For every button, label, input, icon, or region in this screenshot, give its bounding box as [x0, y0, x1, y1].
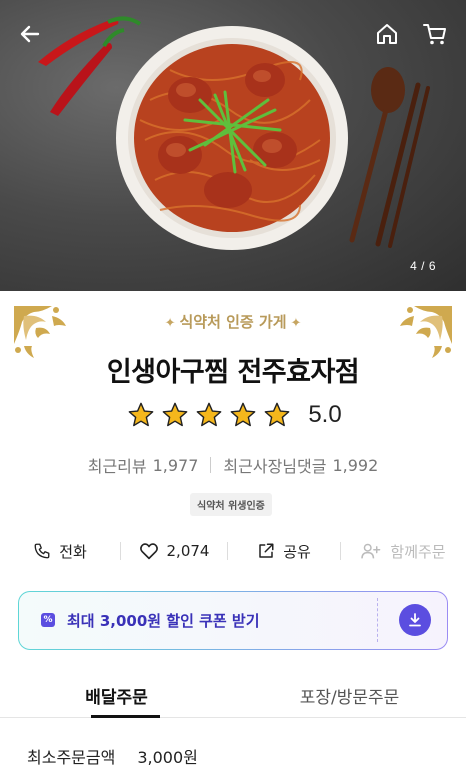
group-order-button[interactable]: 함께주문 [341, 536, 465, 566]
review-stats[interactable]: 최근리뷰 1,977 최근사장님댓글 1,992 [0, 453, 466, 477]
back-button[interactable] [14, 18, 46, 50]
owner-replies-label: 최근사장님댓글 [223, 457, 327, 476]
add-person-icon [361, 543, 381, 559]
hygiene-certification-badge: 식약처 위생인증 [190, 493, 272, 516]
call-label: 전화 [59, 542, 87, 561]
certification-label: 식약처 인증 가게 [179, 313, 287, 331]
share-button[interactable]: 공유 [228, 536, 340, 566]
star-icon [264, 402, 290, 427]
image-page-indicator: 4 / 6 [410, 259, 436, 273]
call-button[interactable]: 전화 [0, 536, 120, 566]
phone-icon [34, 543, 50, 559]
coupon-banner[interactable]: % 최대 3,000원 할인 쿠폰 받기 [18, 591, 448, 650]
coupon-text: 최대 3,000원 할인 쿠폰 받기 [67, 611, 260, 630]
rating-row[interactable]: 5.0 [0, 401, 466, 429]
rating-value: 5.0 [308, 401, 342, 428]
home-button[interactable] [371, 18, 403, 50]
heart-icon [139, 543, 158, 560]
sparkle-icon: ✦ [290, 316, 302, 331]
min-order-label: 최소주문금액 [27, 748, 116, 767]
sparkle-icon: ✦ [164, 316, 176, 331]
coupon-dashed-divider [377, 598, 378, 642]
like-count: 2,074 [166, 542, 210, 560]
star-icon [162, 402, 188, 427]
cart-icon [423, 24, 446, 45]
active-tab-indicator [91, 715, 160, 718]
coupon-download-button[interactable] [399, 604, 431, 636]
home-icon [377, 24, 397, 44]
share-label: 공유 [283, 542, 311, 561]
stats-divider [210, 457, 212, 473]
like-button[interactable]: 2,074 [121, 536, 227, 566]
store-name: 인생아구찜 전주효자점 [106, 357, 360, 388]
min-order-row: 최소주문금액 3,000원 [27, 744, 198, 768]
discount-icon: % [41, 613, 55, 627]
hero-image[interactable]: 4 / 6 [0, 0, 466, 291]
recent-reviews-count: 1,977 [152, 455, 199, 475]
tab-label: 배달주문 [85, 688, 148, 708]
group-order-label: 함께주문 [390, 542, 446, 561]
certification-header: ✦ 식약처 인증 가게 ✦ [0, 311, 466, 332]
tab-label: 포장/방문주문 [299, 688, 400, 708]
recent-reviews-label: 최근리뷰 [87, 457, 147, 476]
store-actions: 전화 2,074 공유 함께주문 [0, 536, 466, 566]
star-icon [196, 402, 222, 427]
min-order-value: 3,000원 [137, 748, 198, 767]
tab-delivery[interactable]: 배달주문 [0, 670, 233, 718]
star-icon [128, 402, 154, 427]
share-icon [259, 543, 274, 558]
star-icon [230, 402, 256, 427]
owner-replies-count: 1,992 [332, 455, 379, 475]
back-arrow-icon [20, 25, 40, 43]
cart-button[interactable] [419, 18, 451, 50]
tab-pickup[interactable]: 포장/방문주문 [233, 670, 466, 717]
coupon-main[interactable]: % 최대 3,000원 할인 쿠폰 받기 [19, 592, 377, 648]
order-type-tabs: 배달주문 포장/방문주문 [0, 670, 466, 718]
download-icon [409, 613, 421, 627]
